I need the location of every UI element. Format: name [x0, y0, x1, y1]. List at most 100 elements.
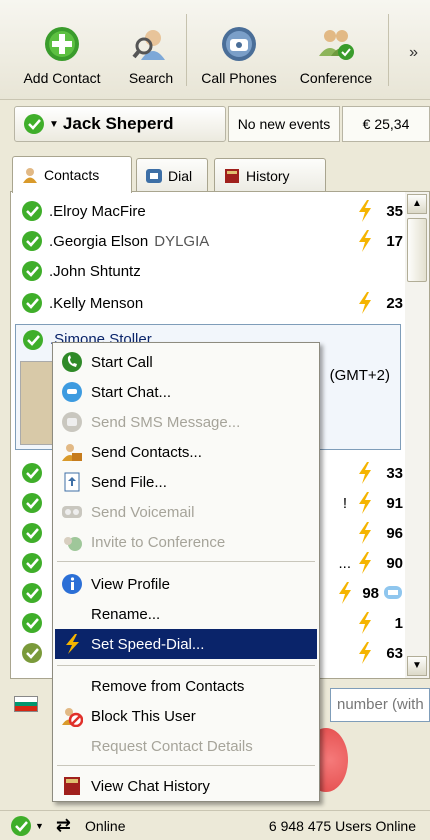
menu-label: Send Contacts... [91, 443, 202, 461]
menu-send-voicemail[interactable]: Send Voicemail [55, 497, 317, 527]
status-bar: ▼ ⇄ Online 6 948 475 Users Online [0, 810, 430, 840]
remove-icon-placeholder [61, 675, 83, 697]
menu-send-sms[interactable]: Send SMS Message... [55, 407, 317, 437]
menu-label: Start Chat... [91, 383, 172, 401]
online-status-text: Online [85, 817, 126, 834]
search-button[interactable]: Search [122, 14, 180, 96]
toolbar-divider [186, 14, 187, 86]
contact-row[interactable]: .John Shtuntz [15, 256, 403, 286]
tab-contacts[interactable]: Contacts [12, 156, 132, 193]
menu-send-contacts[interactable]: Send Contacts... [55, 437, 317, 467]
menu-label: Start Call [91, 353, 153, 371]
toolbar-divider [388, 14, 389, 86]
speed-dial-bolt-icon [359, 492, 371, 514]
scroll-down-button[interactable]: ▼ [407, 656, 427, 676]
menu-start-chat[interactable]: Start Chat... [55, 377, 317, 407]
scroll-thumb[interactable] [407, 218, 427, 282]
tab-history[interactable]: History [214, 158, 326, 192]
speed-dial-number: 23 [386, 294, 403, 312]
add-contact-button[interactable]: Add Contact [6, 14, 118, 96]
speed-dial-bolt-icon [359, 200, 371, 222]
menu-label: Invite to Conference [91, 533, 226, 551]
phone-icon [222, 27, 256, 61]
speed-dial-number: 91 [386, 494, 403, 512]
menu-remove-contact[interactable]: Remove from Contacts [55, 671, 317, 701]
menu-invite-conference[interactable]: Invite to Conference [55, 527, 317, 557]
send-contacts-icon [62, 444, 82, 461]
users-online-count: 6 948 475 Users Online [268, 817, 416, 834]
connection-arrows-icon: ⇄ [55, 815, 72, 835]
toolbar-overflow-button[interactable]: » [409, 44, 418, 62]
events-indicator[interactable]: No new events [228, 106, 340, 142]
speed-dial-bolt-icon [359, 462, 371, 484]
online-status-icon [22, 231, 42, 251]
contact-name: .John Shtuntz [49, 262, 141, 280]
online-status-icon [22, 643, 42, 663]
credit-balance[interactable]: € 25,34 [342, 106, 430, 142]
contact-row[interactable]: .Kelly Menson 23 [15, 288, 403, 318]
tab-dial[interactable]: Dial [136, 158, 208, 192]
menu-block-user[interactable]: Block This User [55, 701, 317, 731]
contact-row[interactable]: .Georgia Elson DYLGIA 17 [15, 226, 403, 256]
speed-dial-bolt-icon [359, 552, 371, 574]
search-icon [132, 30, 165, 60]
menu-rename[interactable]: Rename... [55, 599, 317, 629]
sms-icon [62, 412, 82, 432]
conference-icon [64, 537, 82, 551]
menu-label: Rename... [91, 605, 161, 623]
phone-number-input[interactable]: number (with [330, 688, 430, 722]
menu-label: Set Speed-Dial... [91, 635, 205, 653]
contact-row[interactable]: .Elroy MacFire 35 [15, 196, 403, 226]
online-status-icon [22, 293, 42, 313]
speed-dial-bolt-icon [359, 612, 371, 634]
menu-label: Send Voicemail [91, 503, 195, 521]
add-contact-label: Add Contact [23, 70, 101, 86]
online-status-icon [23, 330, 43, 350]
menu-label: View Chat History [91, 777, 210, 795]
menu-label: Request Contact Details [91, 737, 253, 755]
speed-dial-number: 63 [386, 644, 403, 662]
call-phones-button[interactable]: Call Phones [190, 14, 288, 96]
contact-list-scrollbar[interactable]: ▲ ▼ [405, 192, 429, 678]
conference-label: Conference [299, 70, 373, 86]
speed-dial-number: 1 [394, 614, 403, 632]
speed-dial-number: 90 [386, 554, 403, 572]
menu-label: Block This User [91, 707, 196, 725]
chevron-down-icon[interactable]: ▼ [35, 821, 44, 831]
menu-view-chat-history[interactable]: View Chat History [55, 771, 317, 801]
speed-dial-bolt-icon [339, 582, 351, 604]
country-flag-icon[interactable] [14, 696, 38, 712]
menu-send-file[interactable]: Send File... [55, 467, 317, 497]
conference-button[interactable]: Conference [290, 14, 382, 96]
tab-contacts-label: Contacts [44, 167, 100, 183]
speed-dial-number: 33 [386, 464, 403, 482]
online-status-icon [22, 583, 42, 603]
menu-separator [57, 765, 315, 766]
menu-start-call[interactable]: Start Call [55, 347, 317, 377]
menu-set-speed-dial[interactable]: Set Speed-Dial... [55, 629, 317, 659]
scroll-up-button[interactable]: ▲ [407, 194, 427, 214]
speed-dial-number: 17 [386, 232, 403, 250]
history-book-icon [64, 777, 80, 795]
speed-dial-number: 35 [386, 202, 403, 220]
online-status-icon [22, 463, 42, 483]
rename-icon-placeholder [61, 603, 83, 625]
speed-dial-bolt-icon [359, 292, 371, 314]
online-status-icon [22, 523, 42, 543]
call-icon [62, 352, 82, 372]
menu-view-profile[interactable]: View Profile [55, 569, 317, 599]
menu-separator [57, 665, 315, 666]
contact-context-menu: Start Call Start Chat... Send SMS Messag… [52, 342, 320, 802]
online-status-icon [22, 613, 42, 633]
menu-separator [57, 561, 315, 562]
online-status-icon[interactable] [10, 815, 32, 837]
menu-label: Send SMS Message... [91, 413, 241, 431]
chat-bubble-icon [384, 586, 402, 599]
speed-dial-bolt-icon [66, 634, 79, 654]
contacts-icon [23, 168, 37, 183]
menu-label: Send File... [91, 473, 167, 491]
call-phones-label: Call Phones [201, 70, 277, 86]
tab-dial-label: Dial [168, 167, 193, 184]
menu-request-details[interactable]: Request Contact Details [55, 731, 317, 761]
user-status-button[interactable]: ▼ Jack Sheperd [14, 106, 226, 142]
